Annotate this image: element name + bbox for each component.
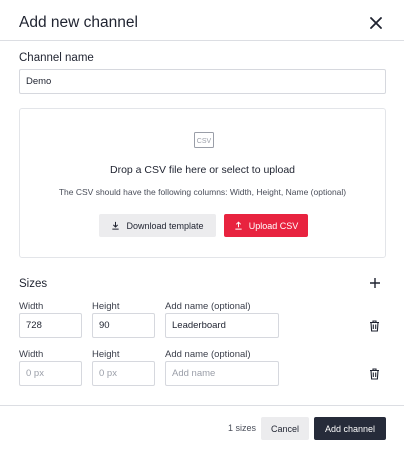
name-input[interactable]: [165, 361, 279, 386]
delete-row-icon[interactable]: [369, 368, 380, 380]
download-template-button[interactable]: Download template: [99, 214, 216, 237]
width-label: Width: [19, 349, 44, 360]
add-size-icon[interactable]: [369, 277, 381, 289]
channel-name-label: Channel name: [19, 52, 94, 64]
delete-row-icon[interactable]: [369, 320, 380, 332]
csv-icon-text: CSV: [197, 138, 212, 145]
height-label: Height: [92, 349, 120, 360]
width-label: Width: [19, 301, 44, 312]
name-label: Add name (optional): [165, 301, 251, 312]
csv-dropzone[interactable]: CSV Drop a CSV file here or select to up…: [19, 108, 386, 258]
height-input[interactable]: [92, 313, 155, 338]
width-input[interactable]: [19, 313, 82, 338]
dropzone-title: Drop a CSV file here or select to upload: [109, 164, 296, 176]
upload-icon: [235, 221, 242, 230]
csv-file-icon: CSV: [194, 132, 214, 148]
close-icon[interactable]: [366, 13, 386, 33]
download-icon: [112, 221, 120, 230]
name-label: Add name (optional): [165, 349, 251, 360]
dropzone-subtitle: The CSV should have the following column…: [58, 187, 347, 197]
dialog-footer: 1 sizes Cancel Add channel: [0, 405, 404, 452]
download-template-label: Download template: [126, 220, 204, 231]
cancel-button[interactable]: Cancel: [261, 417, 309, 440]
name-input[interactable]: [165, 313, 279, 338]
channel-name-input[interactable]: [19, 69, 386, 94]
sizes-heading: Sizes: [19, 278, 48, 290]
upload-csv-label: Upload CSV: [248, 220, 299, 231]
upload-csv-button[interactable]: Upload CSV: [224, 214, 308, 237]
add-channel-button[interactable]: Add channel: [314, 417, 386, 440]
dialog-title: Add new channel: [19, 14, 138, 31]
sizes-count: 1 sizes: [228, 423, 257, 433]
width-input[interactable]: [19, 361, 82, 386]
height-label: Height: [92, 301, 120, 312]
dialog-header: Add new channel: [0, 0, 404, 41]
height-input[interactable]: [92, 361, 155, 386]
